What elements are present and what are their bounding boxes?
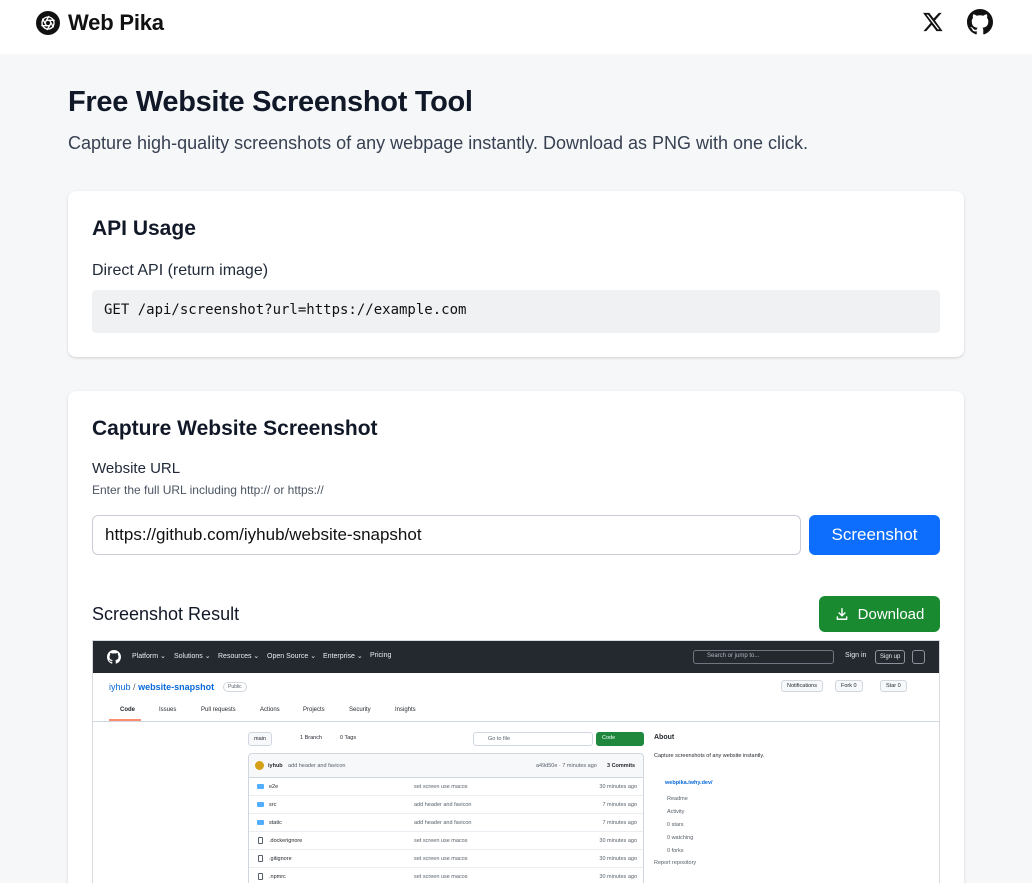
preview-nav-item: Pricing xyxy=(370,652,392,659)
preview-file-time: 7 minutes ago xyxy=(602,802,637,808)
preview-avatar xyxy=(255,761,264,770)
preview-commit-message: add header and favicon xyxy=(288,763,346,769)
api-usage-title: API Usage xyxy=(92,217,196,240)
preview-file-name: static xyxy=(269,820,282,826)
preview-file-message: add header and favicon xyxy=(414,802,472,808)
preview-file-name: .npmrc xyxy=(269,874,286,880)
preview-repo-name: website-snapshot xyxy=(138,682,215,692)
capture-title: Capture Website Screenshot xyxy=(92,417,378,440)
preview-about-description: Capture screenshots of any website insta… xyxy=(654,753,765,759)
preview-nav-item: Enterprise ⌄ xyxy=(323,653,363,660)
preview-about-stars: 0 stars xyxy=(667,822,684,828)
preview-file-name: .dockerignore xyxy=(269,838,303,844)
top-navbar: Web Pika xyxy=(0,0,1032,54)
preview-tab-issues: Issues xyxy=(159,707,177,713)
preview-nav-item: Open Source ⌄ xyxy=(267,653,317,660)
preview-visibility-badge: Public xyxy=(223,682,247,692)
preview-repo-separator: / xyxy=(133,682,136,692)
preview-about-activity: Activity xyxy=(667,809,685,815)
preview-commit-author: iyhub xyxy=(268,763,283,769)
preview-tab-actions: Actions xyxy=(260,707,280,713)
preview-file-row: e2e set screen use macos 30 minutes ago xyxy=(249,778,643,796)
folder-icon xyxy=(257,784,264,789)
website-url-hint: Enter the full URL including http:// or … xyxy=(92,483,324,497)
preview-file-list: iyhub add header and favicon a49d50e · 7… xyxy=(248,753,644,883)
preview-nav-item: Resources ⌄ xyxy=(218,653,260,660)
preview-file-row: src add header and favicon 7 minutes ago xyxy=(249,796,643,814)
website-url-label: Website URL xyxy=(92,460,181,477)
preview-file-name: e2e xyxy=(269,784,279,790)
brand-link[interactable]: Web Pika xyxy=(36,10,164,36)
brand-name: Web Pika xyxy=(68,10,164,35)
preview-branch-selector: main xyxy=(248,732,272,746)
preview-file-time: 30 minutes ago xyxy=(599,874,637,880)
preview-branch-count: 1 Branch xyxy=(300,735,323,741)
preview-latest-commit: iyhub add header and favicon a49d50e · 7… xyxy=(249,754,643,778)
preview-file-message: set screen use macos xyxy=(414,874,468,880)
preview-about-forks: 0 forks xyxy=(667,848,684,854)
file-icon xyxy=(258,873,263,880)
preview-commit-count: 3 Commits xyxy=(607,763,636,769)
capture-card: Capture Website Screenshot Website URL E… xyxy=(68,391,964,883)
page-subtitle: Capture high-quality screenshots of any … xyxy=(68,133,809,153)
preview-file-row: static add header and favicon 7 minutes … xyxy=(249,814,643,832)
preview-file-time: 7 minutes ago xyxy=(602,820,637,826)
preview-about-title: About xyxy=(654,734,675,741)
preview-file-row: .gitignore set screen use macos 30 minut… xyxy=(249,850,643,868)
preview-tab-projects: Projects xyxy=(303,707,325,713)
preview-tab-security: Security xyxy=(349,707,371,713)
preview-file-name: .gitignore xyxy=(269,856,292,862)
folder-icon xyxy=(257,820,264,825)
preview-file-row: .npmrc set screen use macos 30 minutes a… xyxy=(249,868,643,883)
preview-tab-insights: Insights xyxy=(395,707,416,713)
preview-tag-count: 0 Tags xyxy=(340,735,357,741)
preview-file-message: set screen use macos xyxy=(414,838,468,844)
file-icon xyxy=(258,855,263,862)
preview-tab-pull-requests: Pull requests xyxy=(201,707,236,713)
preview-file-time: 30 minutes ago xyxy=(599,784,637,790)
folder-icon xyxy=(257,802,264,807)
page-title: Free Website Screenshot Tool xyxy=(68,86,473,118)
preview-file-message: set screen use macos xyxy=(414,856,468,862)
file-icon xyxy=(258,837,263,844)
preview-file-row: .dockerignore set screen use macos 30 mi… xyxy=(249,832,643,850)
preview-report-repository: Report repository xyxy=(654,860,697,866)
preview-commit-meta: a49d50e · 7 minutes ago xyxy=(536,763,597,769)
preview-repo-owner: iyhub xyxy=(109,682,131,692)
screenshot-result-title: Screenshot Result xyxy=(92,604,240,624)
preview-file-message: set screen use macos xyxy=(414,784,468,790)
website-url-input[interactable] xyxy=(92,515,801,555)
preview-tab-code: Code xyxy=(120,707,135,713)
preview-nav-item: Solutions ⌄ xyxy=(174,653,211,660)
preview-about-watching: 0 watching xyxy=(667,835,694,841)
preview-code-button: Code xyxy=(596,732,644,746)
preview-repo-path: iyhub / website-snapshot xyxy=(109,682,214,692)
screenshot-button[interactable]: Screenshot xyxy=(809,515,940,555)
preview-nav-item: Platform ⌄ xyxy=(132,653,166,660)
preview-about-readme: Readme xyxy=(667,796,688,802)
api-code-snippet: GET /api/screenshot?url=https://example.… xyxy=(92,290,940,333)
github-icon[interactable] xyxy=(967,9,993,35)
direct-api-label: Direct API (return image) xyxy=(92,262,269,279)
preview-file-message: add header and favicon xyxy=(414,820,472,826)
preview-about-panel: About Capture screenshots of any website… xyxy=(654,641,934,883)
download-label: Download xyxy=(857,605,925,623)
api-usage-card: API Usage Direct API (return image) GET … xyxy=(68,191,964,357)
x-logo-icon[interactable] xyxy=(919,9,945,35)
preview-file-name: src xyxy=(269,802,277,808)
preview-about-link: webpika.iwhy.dev/ xyxy=(665,780,713,786)
preview-github-logo-icon xyxy=(107,650,121,664)
download-icon xyxy=(836,608,848,620)
preview-file-time: 30 minutes ago xyxy=(599,856,637,862)
download-button[interactable]: Download xyxy=(819,596,940,632)
screenshot-preview: Platform ⌄ Solutions ⌄ Resources ⌄ Open … xyxy=(92,640,940,883)
aperture-logo-icon xyxy=(36,11,60,35)
preview-go-to-file: Go to file xyxy=(473,732,593,746)
preview-file-time: 30 minutes ago xyxy=(599,838,637,844)
